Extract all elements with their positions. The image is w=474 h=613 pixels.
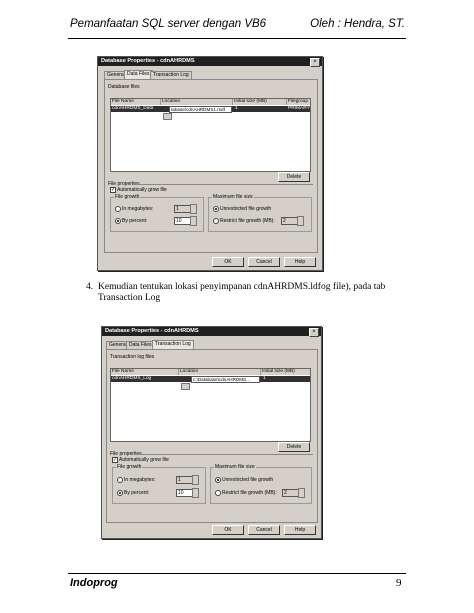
megabytes-spinner[interactable]: [190, 204, 197, 214]
step-text: Kemudian tentukan lokasi penyimpanan cdn…: [98, 282, 386, 303]
restrict-spinner[interactable]: [298, 488, 305, 498]
cancel-button[interactable]: Cancel: [248, 257, 280, 267]
tab-transaction-log[interactable]: Transaction Log: [152, 340, 194, 349]
megabytes-input[interactable]: 1: [176, 476, 193, 484]
unrestricted-label: Unrestricted file growth: [220, 206, 272, 212]
dialog-transaction-log: Database Properties - cdnAHRDMS × Genera…: [101, 326, 322, 539]
tab-transaction-log[interactable]: Transaction Log: [150, 71, 192, 79]
max-size-label: Maximum file size: [212, 194, 254, 200]
footer-brand: Indoprog: [70, 577, 118, 589]
header-rule: [68, 38, 406, 39]
max-size-group: Maximum file size Unrestricted file grow…: [210, 464, 312, 504]
list-label: Database files: [108, 84, 140, 90]
auto-grow-checkbox[interactable]: ✓: [112, 457, 118, 463]
col-file-name: File Name: [111, 369, 179, 375]
tab-data-files[interactable]: Data Files: [126, 341, 155, 349]
percent-spinner[interactable]: [192, 488, 199, 498]
files-grid: File Name Location Initial size (MB) Fil…: [110, 98, 311, 172]
restrict-label: Restrict file growth (MB):: [220, 218, 275, 224]
max-size-group: Maximum file size Unrestricted file grow…: [208, 194, 312, 232]
restrict-radio[interactable]: [213, 218, 219, 224]
auto-grow-label: Automatically grow file: [119, 457, 169, 463]
tab-panel: Transaction log files File Name Location…: [106, 349, 318, 523]
tab-panel: Database files File Name Location Initia…: [104, 79, 318, 253]
file-growth-label: File growth: [116, 464, 143, 470]
unrestricted-label: Unrestricted file growth: [222, 477, 274, 483]
location-field[interactable]: c:\Database\cdnAHRDMS...: [191, 376, 260, 383]
table-row[interactable]: cdnAHRDMS_Data tabase\cdnAHRDMS1.mdf 1 P…: [111, 106, 310, 113]
cell-filegroup: PRIMARY: [288, 106, 310, 111]
cell-file-name: cdnAHRDMS_Log: [112, 376, 152, 381]
page-number: 9: [396, 577, 402, 589]
file-growth-group: File growth In megabytes: 1 By percent: …: [112, 464, 206, 504]
in-megabytes-label: In megabytes:: [122, 206, 154, 212]
percent-input[interactable]: 10: [174, 217, 191, 225]
megabytes-spinner[interactable]: [192, 475, 199, 485]
cell-file-name: cdnAHRDMS_Data: [112, 106, 154, 111]
close-icon[interactable]: ×: [309, 328, 319, 337]
browse-button[interactable]: [181, 383, 190, 390]
delete-button[interactable]: Delete: [278, 172, 310, 182]
log-files-grid: File Name Location Initial size (MB) cdn…: [110, 368, 311, 442]
dialog-title: Database Properties - cdnAHRDMS: [98, 57, 322, 66]
in-megabytes-radio[interactable]: [115, 206, 121, 212]
percent-input[interactable]: 10: [176, 489, 193, 497]
file-growth-label: File growth: [114, 194, 141, 200]
auto-grow-label: Automatically grow file: [117, 187, 167, 193]
by-percent-label: By percent:: [122, 218, 148, 224]
restrict-input[interactable]: 2: [282, 489, 299, 497]
restrict-radio[interactable]: [215, 490, 221, 496]
close-icon[interactable]: ×: [310, 58, 320, 67]
by-percent-radio[interactable]: [115, 218, 121, 224]
cell-initial-size: 1: [235, 106, 238, 111]
in-megabytes-label: In megabytes:: [124, 477, 156, 483]
delete-button[interactable]: Delete: [278, 442, 310, 452]
col-location: Location: [161, 99, 233, 105]
megabytes-input[interactable]: 1: [174, 205, 191, 213]
help-button[interactable]: Help: [284, 525, 316, 535]
by-percent-radio[interactable]: [117, 490, 123, 496]
page-header: Pemanfaatan SQL server dengan VB6 Oleh :…: [70, 18, 405, 32]
location-field[interactable]: tabase\cdnAHRDMS1.mdf: [169, 106, 232, 113]
col-initial-size: Initial size (MB): [261, 369, 310, 375]
dialog-data-files: Database Properties - cdnAHRDMS × Genera…: [97, 56, 323, 271]
restrict-label: Restrict file growth (MB):: [222, 490, 277, 496]
help-button[interactable]: Help: [284, 257, 316, 267]
list-label: Transaction log files: [110, 354, 155, 360]
col-location: Location: [179, 369, 261, 375]
in-megabytes-radio[interactable]: [117, 477, 123, 483]
auto-grow-checkbox[interactable]: ✓: [110, 187, 116, 193]
file-growth-group: File growth In megabytes: 1 By percent: …: [110, 194, 204, 232]
cancel-button[interactable]: Cancel: [248, 525, 280, 535]
unrestricted-radio[interactable]: [215, 477, 221, 483]
restrict-spinner[interactable]: [297, 216, 304, 226]
table-row[interactable]: cdnAHRDMS_Log c:\Database\cdnAHRDMS... 1: [111, 376, 310, 383]
restrict-input[interactable]: 2: [281, 217, 298, 225]
by-percent-label: By percent:: [124, 490, 150, 496]
max-size-label: Maximum file size: [214, 464, 256, 470]
col-filegroup: Filegroup: [287, 99, 310, 105]
cell-initial-size: 1: [263, 376, 266, 381]
header-title: Pemanfaatan SQL server dengan VB6: [70, 18, 267, 30]
percent-spinner[interactable]: [190, 216, 197, 226]
unrestricted-radio[interactable]: [213, 206, 219, 212]
col-file-name: File Name: [111, 99, 161, 105]
divider: [133, 184, 313, 185]
browse-button[interactable]: [163, 113, 172, 120]
dialog-title: Database Properties - cdnAHRDMS: [102, 327, 321, 336]
ok-button[interactable]: OK: [212, 525, 244, 535]
tab-data-files[interactable]: Data Files: [124, 70, 153, 79]
header-author: Oleh : Hendra, ST.: [310, 18, 405, 30]
col-initial-size: Initial size (MB): [233, 99, 287, 105]
footer-rule: [68, 573, 406, 574]
step-paragraph: 4. Kemudian tentukan lokasi penyimpanan …: [86, 282, 406, 306]
divider: [135, 454, 313, 455]
step-number: 4.: [86, 282, 94, 292]
ok-button[interactable]: OK: [212, 257, 244, 267]
